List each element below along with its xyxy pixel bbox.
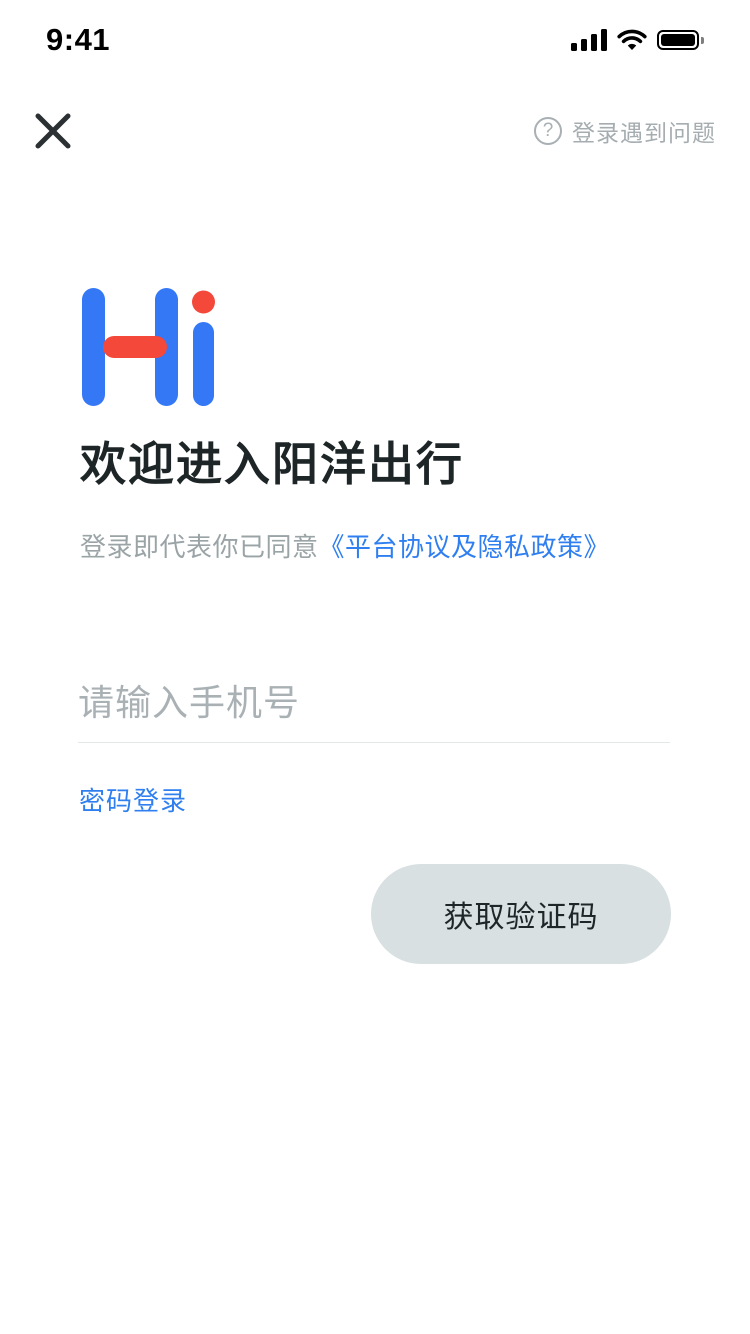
phone-number-input[interactable] [78,665,670,741]
login-help-link[interactable]: ? 登录遇到问题 [534,114,716,148]
status-time: 9:41 [46,22,111,57]
wifi-icon [617,29,647,50]
login-help-label: 登录遇到问题 [572,121,716,147]
close-icon [35,113,71,149]
agreement-prefix: 登录即代表你已同意 [80,533,319,563]
get-verification-code-button[interactable]: 获取验证码 [371,864,671,964]
battery-icon [657,30,704,50]
status-icons [571,27,704,53]
password-login-link[interactable]: 密码登录 [79,781,187,818]
agreement-text: 登录即代表你已同意《平台协议及隐私政策》 [80,527,610,564]
question-circle-icon: ? [534,117,562,145]
close-button[interactable] [30,108,76,154]
cellular-signal-icon [571,29,607,51]
hi-logo [82,288,215,406]
phone-input-underline [78,742,670,743]
status-bar: 9:41 [0,0,750,88]
agreement-policy-link[interactable]: 《平台协议及隐私政策》 [319,533,611,563]
welcome-title: 欢迎进入阳洋出行 [80,437,464,491]
